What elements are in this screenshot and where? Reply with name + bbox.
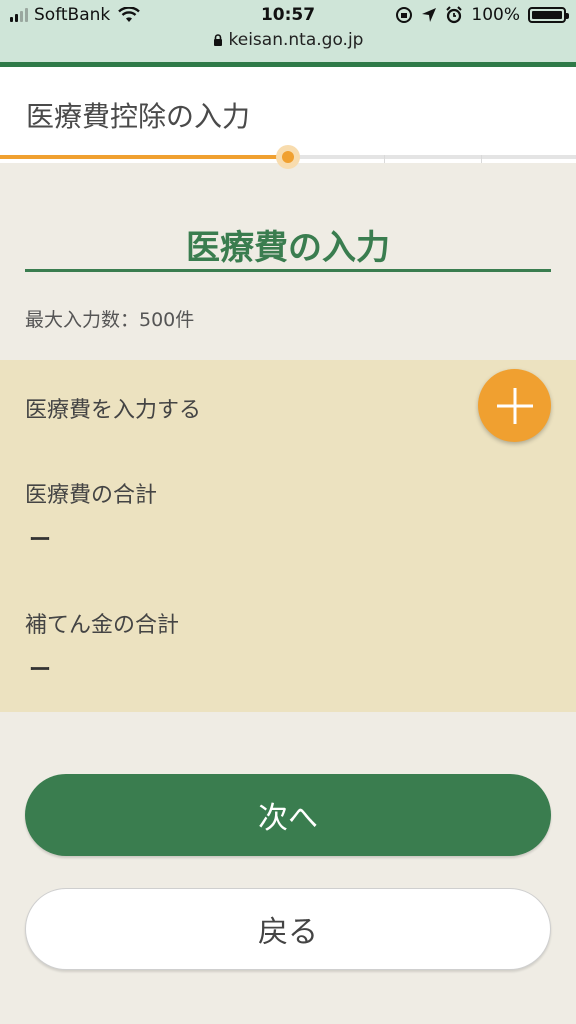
progress-tick <box>384 155 385 163</box>
progress-tick <box>481 155 482 163</box>
lock-icon <box>213 34 222 46</box>
status-right: 100% <box>395 5 569 25</box>
page-header: 医療費控除の入力 <box>0 67 576 155</box>
subsidy-total-label: 補てん金の合計 <box>25 613 180 638</box>
add-expense-button[interactable] <box>478 369 551 442</box>
add-expense-label: 医療費を入力する <box>25 398 202 423</box>
subsidy-total-value: ー <box>29 658 52 683</box>
rotation-lock-icon <box>396 7 413 23</box>
medical-total-value: ー <box>29 528 52 553</box>
alarm-icon <box>446 6 463 24</box>
back-button-label: 戻る <box>258 915 318 950</box>
progress-bar <box>0 145 576 169</box>
next-button-label: 次へ <box>258 801 318 836</box>
battery-icon <box>528 7 569 23</box>
url-bar[interactable]: keisan.nta.go.jp <box>0 30 576 50</box>
next-button[interactable]: 次へ <box>25 774 551 856</box>
progress-marker <box>276 145 300 169</box>
battery-percent: 100% <box>471 5 520 25</box>
browser-status-bar: SoftBank 10:57 100% keisan.nta.go.jp <box>0 0 576 62</box>
url-text: keisan.nta.go.jp <box>228 30 364 50</box>
progress-fill <box>0 155 288 159</box>
section-title: 医療費の入力 <box>186 228 390 268</box>
medical-total-label: 医療費の合計 <box>25 483 158 508</box>
plus-icon <box>496 387 533 424</box>
location-icon <box>422 8 437 22</box>
back-button[interactable]: 戻る <box>25 888 551 970</box>
max-entry-count: 最大入力数：500件 <box>25 309 195 331</box>
page-title: 医療費控除の入力 <box>26 100 251 133</box>
section-divider <box>25 269 551 272</box>
